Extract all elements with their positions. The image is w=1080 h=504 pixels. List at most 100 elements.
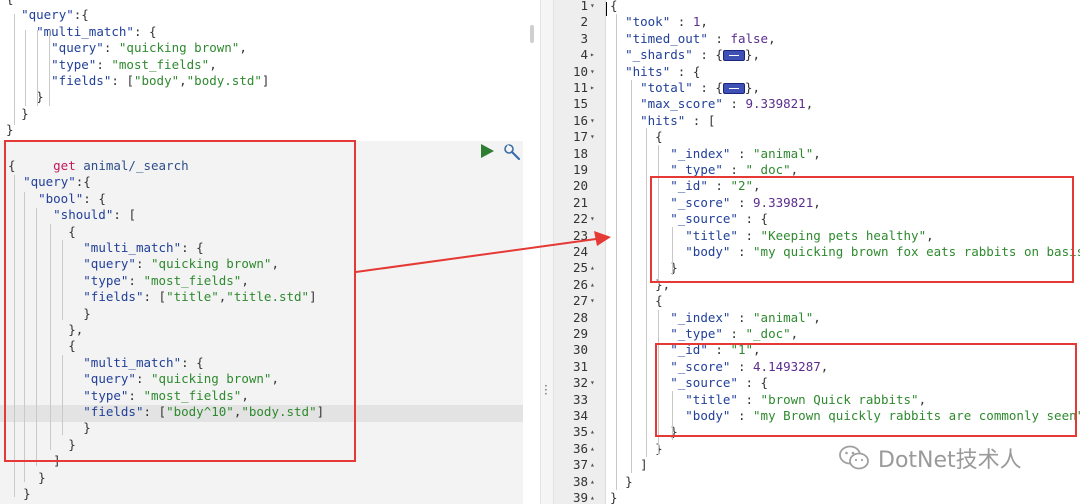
splitter-grip-icon[interactable]: · · · (544, 380, 548, 400)
json-line[interactable]: "max_score" : 9.339821, (610, 96, 813, 112)
indent-guide (616, 14, 617, 490)
fold-toggle-icon[interactable]: ▾ (590, 64, 600, 80)
line-number: 17 (554, 129, 588, 145)
fold-toggle-icon[interactable]: ▴ (590, 424, 600, 440)
text-cursor (606, 2, 607, 16)
collapsed-object-icon[interactable] (722, 50, 745, 62)
json-line[interactable]: "_shards" : {}, (610, 47, 760, 63)
json-line-text: "hits" : [ (640, 112, 716, 128)
line-number: 34 (554, 408, 588, 424)
code-line[interactable]: } (6, 106, 29, 122)
fold-toggle-icon[interactable]: ▾ (590, 375, 600, 391)
line-number-text: 23 (572, 227, 588, 243)
line-number-text: 31 (572, 358, 588, 374)
line-number: 10 (554, 64, 588, 80)
json-line-suffix: }, (744, 47, 760, 63)
json-line[interactable]: "hits" : { (610, 64, 700, 80)
line-number: 2 (554, 14, 588, 30)
line-number: 33 (554, 392, 588, 408)
json-line[interactable]: "hits" : [ (610, 113, 715, 129)
code-line[interactable]: { (6, 0, 14, 7)
line-number: 26 (554, 277, 588, 293)
fold-toggle-icon[interactable]: ▸ (590, 47, 600, 63)
json-line[interactable]: { (610, 0, 618, 14)
line-number: 30 (554, 342, 588, 358)
line-number-text: 29 (572, 326, 588, 341)
wrench-icon[interactable] (503, 143, 521, 161)
line-number-text: 17 (572, 129, 588, 145)
code-line[interactable]: "query":{ (6, 7, 89, 23)
json-line[interactable]: "total" : {}, (610, 80, 760, 96)
line-number-text: 4 (580, 47, 588, 63)
code-line[interactable]: "query": "quicking brown", (6, 40, 247, 56)
line-number: 16 (554, 113, 588, 129)
json-line[interactable]: "took" : 1, (610, 14, 708, 30)
code-line[interactable]: } (6, 122, 14, 138)
indent-guide (37, 30, 38, 106)
line-number: 21 (554, 195, 588, 211)
fold-toggle-icon[interactable]: ▴ (590, 490, 600, 504)
line-number: 39 (554, 490, 588, 504)
line-number: 28 (554, 310, 588, 326)
line-number: 31 (554, 359, 588, 375)
hit-doc-2-highlight-box (650, 176, 1074, 283)
editor-scrollbar[interactable] (530, 25, 534, 43)
json-line-text: "took" : 1, (625, 14, 708, 30)
line-number: 19 (554, 162, 588, 178)
line-number: 29 (554, 326, 588, 342)
fold-toggle-icon[interactable]: ▴ (590, 441, 600, 457)
pane-splitter[interactable] (540, 0, 554, 504)
indent-guide (49, 30, 50, 106)
json-line[interactable]: "_type" : "_doc", (610, 326, 798, 342)
json-line-text: "_shards" : { (625, 47, 723, 63)
line-number-text: 28 (572, 309, 588, 325)
request-highlight-box (4, 140, 356, 462)
hit-doc-1-highlight-box (655, 343, 1077, 437)
code-line[interactable]: } (8, 486, 31, 502)
fold-toggle-icon[interactable]: ▾ (590, 129, 600, 145)
json-line-text: "_index" : "animal", (670, 309, 821, 325)
line-number-text: 33 (572, 391, 588, 407)
json-line[interactable]: { (610, 129, 663, 145)
json-line[interactable]: { (610, 293, 663, 309)
play-icon[interactable] (479, 143, 495, 159)
json-line[interactable]: "timed_out" : false, (610, 31, 776, 47)
fold-toggle-icon[interactable]: ▴ (590, 260, 600, 276)
json-line[interactable]: "_index" : "animal", (610, 146, 821, 162)
watermark: DotNet技术人 (838, 443, 1022, 473)
json-line-text: } (610, 490, 618, 504)
line-number: 18 (554, 146, 588, 162)
watermark-text: DotNet技术人 (878, 448, 1022, 473)
fold-toggle-icon[interactable]: ▾ (590, 211, 600, 227)
json-line-text: "_index" : "animal", (670, 145, 821, 161)
fold-toggle-icon[interactable]: ▾ (590, 0, 600, 14)
line-number-text: 1 (580, 0, 588, 13)
line-number: 22 (554, 211, 588, 227)
fold-toggle-icon[interactable]: ▴ (590, 474, 600, 490)
fold-toggle-icon[interactable]: ▴ (590, 277, 600, 293)
json-line[interactable]: } (610, 490, 618, 504)
indent-guide (631, 80, 632, 473)
line-number: 37 (554, 457, 588, 473)
json-line-suffix: }, (744, 80, 760, 95)
line-number-text: 16 (572, 112, 588, 128)
fold-toggle-icon[interactable]: ▾ (590, 293, 600, 309)
line-number-text: 3 (580, 30, 588, 46)
code-line[interactable]: "multi_match": { (6, 24, 156, 40)
code-line[interactable]: "fields": ["body","body.std"] (6, 73, 269, 89)
line-number: 38 (554, 474, 588, 490)
json-line-text: "timed_out" : false, (625, 30, 776, 46)
line-number-text: 11 (572, 80, 588, 95)
indent-guide (25, 30, 26, 106)
json-line[interactable]: "_index" : "animal", (610, 310, 821, 326)
fold-toggle-icon[interactable]: ▾ (590, 113, 600, 129)
line-number: 15 (554, 96, 588, 112)
line-number: 32 (554, 375, 588, 391)
json-line[interactable]: } (610, 474, 633, 490)
line-number-text: 21 (572, 194, 588, 210)
json-line[interactable]: } (610, 441, 663, 457)
wechat-icon (839, 445, 869, 470)
collapsed-object-icon[interactable] (722, 83, 745, 94)
fold-toggle-icon[interactable]: ▴ (590, 457, 600, 473)
fold-toggle-icon[interactable]: ▸ (590, 80, 600, 96)
